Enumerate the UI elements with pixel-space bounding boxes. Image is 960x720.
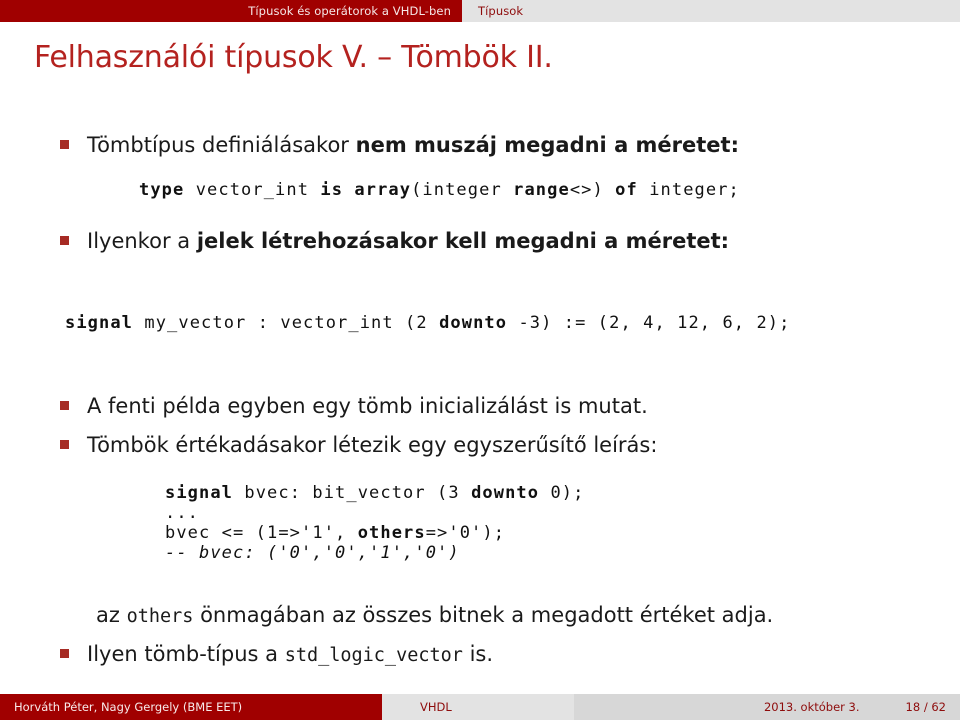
- others-note: az others önmagában az összes bitnek a m…: [96, 600, 773, 632]
- bullet-square-icon: [60, 649, 69, 658]
- bullet-1-lead: Tömbtípus definiálásakor: [87, 133, 356, 157]
- bullet-2-strong: jelek létrehozásakor kell megadni a mére…: [196, 229, 730, 253]
- code1-type-name: vector_int: [195, 180, 310, 200]
- code1-open-integer: (integer: [411, 180, 502, 200]
- bullet-item-3-text: A fenti példa egyben egy tömb inicializá…: [87, 394, 648, 418]
- note-lead: az: [96, 603, 127, 627]
- code1-kw-array: array: [354, 180, 412, 200]
- footer-author: Horváth Péter, Nagy Gergely (BME EET): [0, 694, 382, 720]
- header-section-title: Típusok és operátorok a VHDL-ben: [0, 0, 462, 22]
- footer-date: 2013. október 3.: [763, 700, 860, 714]
- bullet-item-1-text: Tömbtípus definiálásakor nem muszáj mega…: [87, 130, 739, 160]
- bullet-item-3: A fenti példa egyben egy tömb inicializá…: [60, 391, 920, 421]
- footer-page-number: 18 / 62: [905, 700, 946, 714]
- code1-kw-is: is: [320, 180, 344, 200]
- code3-line-3: bvec <= (1=>'1', others=>'0');: [165, 523, 584, 543]
- code2-mid: my_vector : vector_int (2: [144, 313, 428, 333]
- bullet-5-mono: std_logic_vector: [284, 645, 463, 666]
- code3-line-1: signal bvec: bit_vector (3 downto 0);: [165, 483, 584, 503]
- bullet-square-icon: [60, 140, 69, 149]
- bullet-2-lead: Ilyenkor a: [87, 229, 197, 253]
- bullet-item-4-text: Tömbök értékadásakor létezik egy egyszer…: [87, 433, 658, 457]
- code-block-3: signal bvec: bit_vector (3 downto 0); ..…: [165, 483, 584, 563]
- code3-line3-head: bvec <= (1=>'1',: [165, 523, 347, 543]
- code3-line3-tail: =>'0');: [425, 523, 506, 543]
- code1-kw-range: range: [513, 180, 570, 200]
- header-filler: [523, 0, 960, 22]
- code3-kw-downto: downto: [471, 483, 540, 503]
- code2-kw-downto: downto: [439, 313, 508, 333]
- bullet-item-5: Ilyen tömb-típus a std_logic_vector is.: [60, 639, 920, 671]
- bullet-item-5-text: Ilyen tömb-típus a std_logic_vector is.: [87, 639, 493, 671]
- bullet-square-icon: [60, 401, 69, 410]
- bullet-5-lead: Ilyen tömb-típus a: [87, 642, 285, 666]
- bullet-item-2-text: Ilyenkor a jelek létrehozásakor kell meg…: [87, 226, 729, 256]
- slide-footer-bar: Horváth Péter, Nagy Gergely (BME EET) VH…: [0, 694, 960, 720]
- bullet-5-tail: is.: [462, 642, 494, 666]
- bullet-1-strong: nem muszáj megadni a méretet:: [355, 133, 739, 157]
- code3-comment-text: -- bvec: ('0','0','1','0'): [165, 543, 460, 563]
- code2-tail: -3) := (2, 4, 12, 6, 2);: [518, 313, 791, 333]
- header-subsection-title: Típusok: [478, 4, 524, 18]
- footer-presentation-title: VHDL: [382, 694, 574, 720]
- bullet-item-4: Tömbök értékadásakor létezik egy egyszer…: [60, 430, 920, 460]
- bullet-square-icon: [60, 440, 69, 449]
- code1-kw-of: of: [615, 180, 638, 200]
- code1-mid: <>): [569, 180, 604, 200]
- code1-tail: integer;: [649, 180, 740, 200]
- footer-meta: 2013. október 3. 18 / 62: [574, 694, 960, 720]
- code3-line-4-comment: -- bvec: ('0','0','1','0'): [165, 543, 584, 563]
- code-block-1: type vector_int is array(integer range<>…: [139, 180, 740, 200]
- note-mono-others: others: [126, 606, 194, 627]
- code2-kw-signal: signal: [65, 313, 134, 333]
- bullet-item-2: Ilyenkor a jelek létrehozásakor kell meg…: [60, 226, 920, 256]
- slide-header-bar: Típusok és operátorok a VHDL-ben Típusok: [0, 0, 960, 22]
- code3-line1-tail: 0);: [550, 483, 585, 503]
- code1-kw-type: type: [139, 180, 185, 200]
- bullet-item-1: Tömbtípus definiálásakor nem muszáj mega…: [60, 130, 920, 160]
- code3-kw-others: others: [357, 523, 426, 543]
- code3-line1-rest: bvec: bit_vector (3: [244, 483, 460, 503]
- code3-line-2: ...: [165, 503, 200, 523]
- bullet-square-icon: [60, 236, 69, 245]
- code-block-2: signal my_vector : vector_int (2 downto …: [65, 313, 790, 333]
- code3-kw-signal: signal: [165, 483, 234, 503]
- slide-title: Felhasználói típusok V. – Tömbök II.: [34, 40, 553, 75]
- note-tail: önmagában az összes bitnek a megadott ér…: [193, 603, 774, 627]
